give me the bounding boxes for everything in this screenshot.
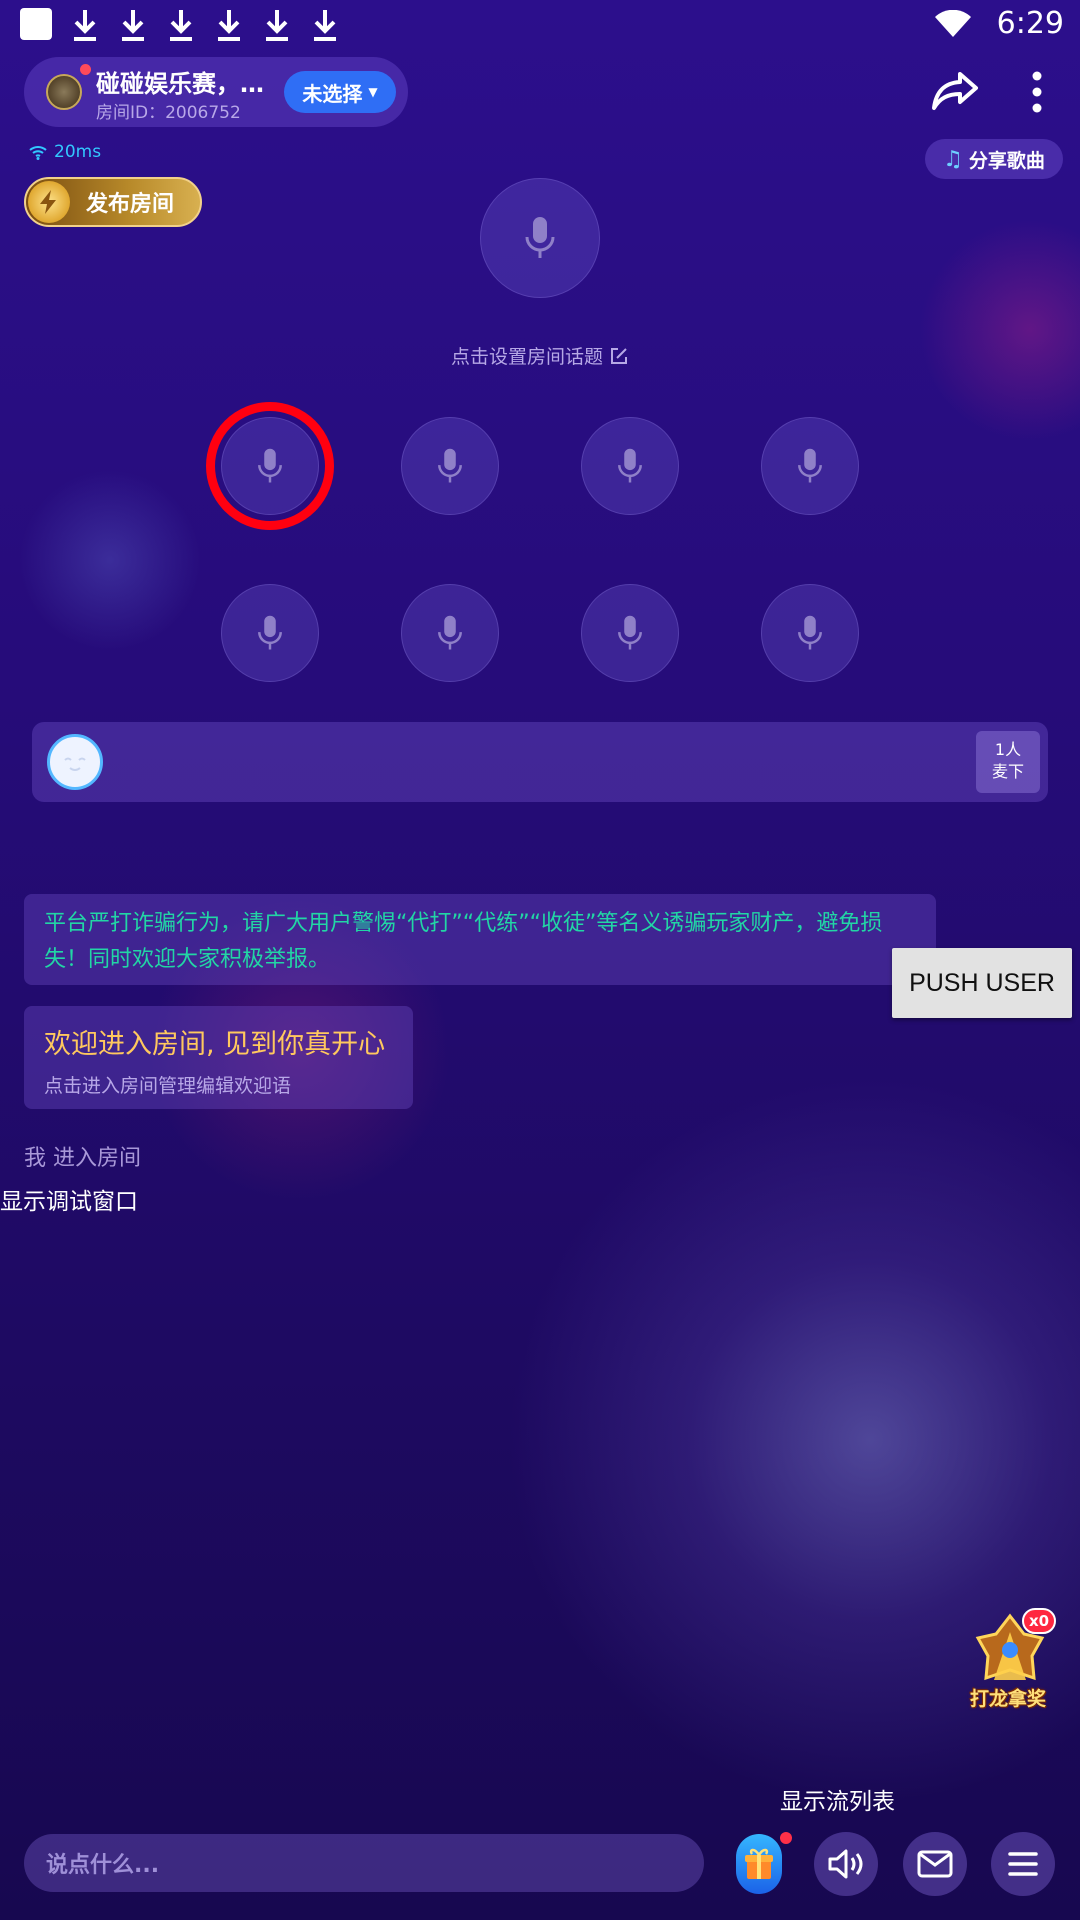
status-bar xyxy=(0,0,1080,46)
entered-room-message: 我 进入房间 xyxy=(24,1146,141,1171)
game-select-label: 未选择 xyxy=(302,81,363,106)
download-icon xyxy=(314,10,336,41)
signal-icon xyxy=(29,146,47,160)
show-debug-window-button[interactable]: 显示调试窗口 xyxy=(0,1182,138,1216)
speaker-icon xyxy=(828,1849,863,1879)
menu-button[interactable] xyxy=(991,1832,1055,1896)
notification-app-icon xyxy=(20,8,52,40)
mic-queue-bar[interactable] xyxy=(32,722,1048,802)
mic-seat-6[interactable] xyxy=(401,584,499,682)
publish-room-label: 发布房间 xyxy=(86,192,175,217)
messages-button[interactable] xyxy=(903,1832,967,1896)
platform-notice: 平台严打诈骗行为，请广大用户警惕“代打”“代练”“收徒”等名义诱骗玩家财产，避免… xyxy=(24,894,936,985)
microphone-icon xyxy=(438,615,462,650)
mail-icon xyxy=(917,1850,953,1878)
more-icon[interactable] xyxy=(1030,70,1044,114)
mic-seat-7[interactable] xyxy=(581,584,679,682)
room-topic-label: 点击设置房间话题 xyxy=(450,346,603,368)
microphone-icon xyxy=(525,217,555,258)
download-icon xyxy=(218,10,240,41)
chat-input[interactable]: 说点什么... xyxy=(24,1834,704,1892)
unread-dot xyxy=(80,64,91,75)
download-icon xyxy=(170,10,192,41)
host-seat[interactable] xyxy=(480,178,600,298)
latency-value: 20ms xyxy=(54,142,102,162)
mic-seat-2[interactable] xyxy=(401,417,499,515)
network-latency: 20ms xyxy=(28,142,101,162)
speaker-button[interactable] xyxy=(814,1832,878,1896)
room-topic-hint[interactable]: 点击设置房间话题 xyxy=(0,342,1080,369)
gift-icon xyxy=(745,1848,773,1879)
off-mic-count-label: 麦下 xyxy=(991,762,1024,781)
push-user-button[interactable]: PUSH USER xyxy=(892,948,1072,1018)
microphone-icon xyxy=(798,615,822,650)
microphone-icon xyxy=(438,448,462,483)
lightning-icon xyxy=(28,181,70,223)
microphone-icon xyxy=(618,615,642,650)
share-song-button[interactable]: ♫ 分享歌曲 xyxy=(925,139,1063,179)
microphone-icon xyxy=(798,448,822,483)
welcome-message[interactable]: 欢迎进入房间, 见到你真开心 点击进入房间管理编辑欢迎语 xyxy=(24,1006,413,1109)
off-mic-count[interactable]: 1人 麦下 xyxy=(976,731,1040,793)
mic-seat-4[interactable] xyxy=(761,417,859,515)
welcome-title: 欢迎进入房间, 见到你真开心 xyxy=(44,1029,386,1060)
download-icon xyxy=(266,10,288,41)
off-mic-count-number: 1人 xyxy=(994,740,1022,759)
user-avatar[interactable] xyxy=(47,734,103,790)
room-avatar[interactable] xyxy=(46,74,82,110)
wifi-icon xyxy=(935,10,971,37)
gift-notification-dot xyxy=(780,1832,792,1844)
face-icon xyxy=(64,757,86,771)
caret-down-icon: ▼ xyxy=(368,85,378,99)
mic-seat-8[interactable] xyxy=(761,584,859,682)
welcome-subtitle: 点击进入房间管理编辑欢迎语 xyxy=(44,1075,292,1097)
activity-count-badge: x0 xyxy=(1022,1608,1056,1634)
mic-seat-3[interactable] xyxy=(581,417,679,515)
microphone-icon xyxy=(618,448,642,483)
activity-label: 打龙拿奖 xyxy=(969,1688,1046,1710)
status-time: 6:29 xyxy=(996,6,1064,41)
music-note-icon: ♫ xyxy=(943,146,963,172)
chat-input-placeholder: 说点什么... xyxy=(46,1853,160,1878)
download-icon xyxy=(74,10,96,41)
share-icon[interactable] xyxy=(930,70,980,112)
room-id: 房间ID：2006752 xyxy=(96,103,241,123)
download-icon xyxy=(122,10,144,41)
mic-seat-5[interactable] xyxy=(221,584,319,682)
microphone-icon xyxy=(258,615,282,650)
highlight-ring xyxy=(206,402,334,530)
menu-icon xyxy=(1008,1852,1038,1876)
edit-icon xyxy=(609,346,629,368)
room-name: 碰碰娱乐赛，… xyxy=(96,70,264,98)
show-stream-list-button[interactable]: 显示流列表 xyxy=(780,1782,895,1816)
gift-button[interactable] xyxy=(736,1834,782,1894)
game-select-button[interactable]: 未选择 ▼ xyxy=(284,71,396,113)
share-song-label: 分享歌曲 xyxy=(968,149,1045,172)
